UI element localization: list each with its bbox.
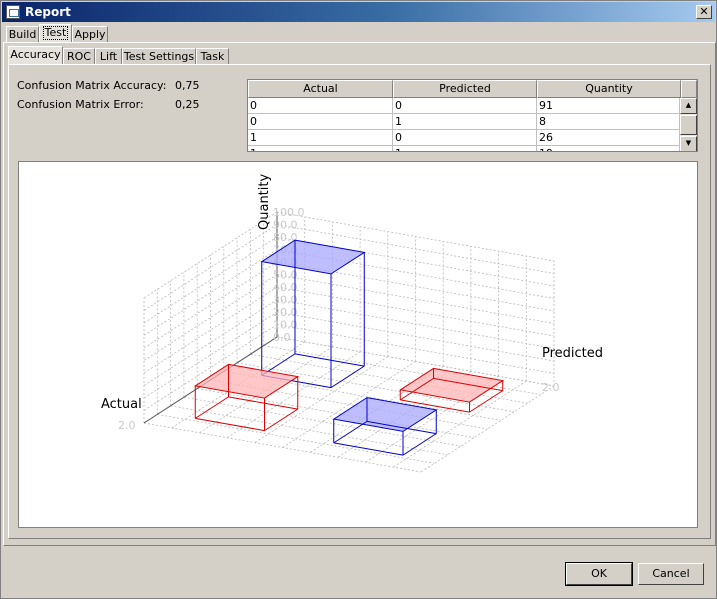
tab-test-settings[interactable]: Test Settings (122, 48, 196, 65)
cell-predicted: 1 (393, 146, 537, 151)
confusion-table[interactable]: Actual Predicted Quantity 0 0 91 0 1 8 1… (247, 79, 698, 152)
tab-lift-label: Lift (99, 50, 118, 63)
report-window-icon (6, 5, 20, 19)
column-header-quantity[interactable]: Quantity (537, 80, 681, 98)
scroll-down-icon[interactable]: ▼ (680, 136, 697, 151)
error-value: 0,25 (175, 98, 200, 111)
cell-actual: 1 (248, 146, 393, 151)
tab-accuracy-label: Accuracy (10, 48, 61, 61)
table-header: Actual Predicted Quantity (248, 80, 697, 98)
tab-lift[interactable]: Lift (95, 48, 122, 65)
ok-button[interactable]: OK (565, 562, 633, 586)
z-tick-label: 90.0 (273, 219, 298, 232)
cell-quantity: 8 (537, 114, 680, 130)
header-corner (681, 80, 697, 98)
z-tick-label: 30.0 (273, 294, 298, 307)
column-header-actual[interactable]: Actual (248, 80, 393, 98)
x-tick-label: 2.0 (542, 381, 560, 394)
table-row[interactable]: 1 1 19 (248, 146, 680, 151)
table-row[interactable]: 0 0 91 (248, 98, 680, 114)
accuracy-label: Confusion Matrix Accuracy: (17, 79, 167, 92)
bar-edge (228, 396, 298, 410)
tab-apply-label: Apply (74, 28, 106, 41)
y-axis-label: Actual (101, 397, 142, 412)
scroll-up-icon[interactable]: ▲ (680, 98, 697, 114)
report-window: Report ✕ Build Test Apply Accuracy ROC L… (0, 0, 717, 599)
cell-quantity: 19 (537, 146, 680, 151)
tab-roc[interactable]: ROC (63, 48, 95, 65)
chart-bars (193, 239, 505, 456)
title-bar: Report ✕ (2, 2, 715, 22)
z-tick-label: 100.0 (273, 206, 305, 219)
tab-apply[interactable]: Apply (72, 26, 108, 43)
table-row[interactable]: 0 1 8 (248, 114, 680, 130)
close-button[interactable]: ✕ (696, 5, 712, 19)
accuracy-value: 0,75 (175, 79, 200, 92)
z-tick-label: 10.0 (273, 319, 298, 332)
tab-test-label: Test (42, 26, 69, 40)
y-tick-label: 2.0 (118, 419, 136, 432)
z-tick-label: 50.0 (273, 269, 298, 282)
cell-quantity: 91 (537, 98, 680, 114)
tab-build[interactable]: Build (6, 26, 39, 43)
tab-roc-label: ROC (67, 50, 91, 63)
tab-task[interactable]: Task (196, 48, 229, 65)
chart-ticks: 100.090.080.070.060.050.040.030.020.010.… (118, 206, 560, 432)
cell-actual: 0 (248, 98, 393, 114)
tab-build-label: Build (8, 28, 37, 41)
chart-canvas: 100.090.080.070.060.050.040.030.020.010.… (101, 174, 603, 473)
cell-predicted: 0 (393, 98, 537, 114)
bar-0-1 (398, 367, 505, 413)
column-header-predicted[interactable]: Predicted (393, 80, 537, 98)
z-tick-label: 0.0 (273, 331, 291, 344)
table-scrollbar[interactable]: ▲ ▼ (680, 98, 697, 151)
cell-predicted: 1 (393, 114, 537, 130)
z-tick-label: 40.0 (273, 281, 298, 294)
cell-quantity: 26 (537, 130, 680, 146)
bar-top-face (398, 367, 505, 403)
window-title: Report (25, 5, 71, 19)
back-wall-grid-line (276, 311, 555, 362)
cell-actual: 0 (248, 114, 393, 130)
cancel-button[interactable]: Cancel (638, 563, 704, 585)
z-tick-label: 20.0 (273, 306, 298, 319)
tab-accuracy[interactable]: Accuracy (8, 46, 63, 65)
cell-predicted: 0 (393, 130, 537, 146)
x-axis-label: Predicted (542, 346, 603, 361)
tab-test-settings-label: Test Settings (123, 50, 195, 63)
z-axis-label: Quantity (257, 174, 272, 230)
table-row[interactable]: 1 0 26 (248, 130, 680, 146)
error-label: Confusion Matrix Error: (17, 98, 144, 111)
scroll-thumb[interactable] (680, 115, 697, 135)
cell-actual: 1 (248, 130, 393, 146)
tab-task-label: Task (200, 50, 225, 63)
confusion-3d-chart[interactable]: 100.090.080.070.060.050.040.030.020.010.… (18, 161, 698, 528)
tab-test[interactable]: Test (39, 24, 72, 43)
